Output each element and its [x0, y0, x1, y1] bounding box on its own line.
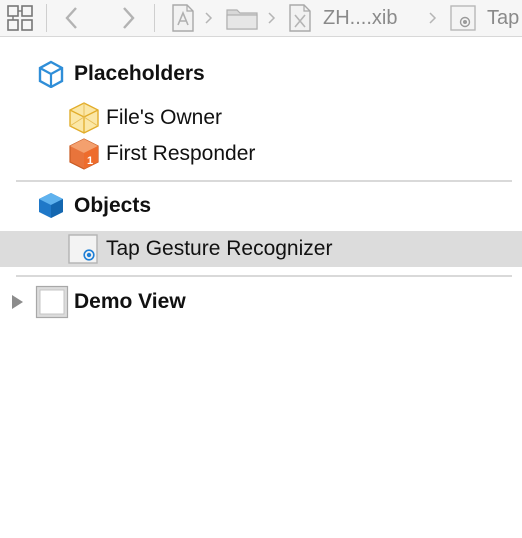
breadcrumb-chevron-icon [205, 12, 213, 24]
outline-item-label-demo-view: Demo View [74, 290, 186, 313]
svg-text:1: 1 [87, 155, 93, 167]
breadcrumb-folder[interactable] [225, 0, 259, 36]
section-divider [16, 180, 512, 182]
breadcrumb-file-label: ZH....xib [323, 6, 398, 29]
breadcrumb-tap-label: Tap [487, 6, 520, 29]
outline-item-label: Tap Gesture Recognizer [106, 237, 333, 260]
outline-item-label: First Responder [106, 142, 256, 165]
files-owner-cube-icon [69, 102, 99, 134]
outline-item-tap-gesture-recognizer[interactable]: Tap Gesture Recognizer [0, 231, 522, 267]
section-objects[interactable]: Objects [0, 188, 522, 224]
view-icon [35, 285, 69, 319]
xib-file-icon [289, 4, 311, 32]
outline-item-files-owner[interactable]: File's Owner [0, 100, 522, 136]
section-title-objects: Objects [74, 194, 152, 217]
first-responder-cube-icon: 1 [69, 138, 99, 170]
related-items-button[interactable] [6, 0, 34, 36]
section-divider [16, 275, 512, 277]
jump-bar-separator [46, 4, 47, 32]
grid-icon [7, 5, 33, 31]
chevron-left-icon [65, 7, 77, 29]
breadcrumb-tap-gesture[interactable]: Tap [449, 0, 519, 36]
jump-bar-separator [154, 4, 155, 32]
gesture-recognizer-icon [450, 5, 476, 31]
back-button[interactable] [62, 0, 82, 36]
outline-item-label: File's Owner [106, 106, 223, 129]
breadcrumb-xib-file[interactable]: ZH....xib [287, 0, 397, 36]
folder-icon [226, 9, 258, 30]
forward-button[interactable] [118, 0, 138, 36]
breadcrumb-chevron-icon [268, 12, 276, 24]
breadcrumb-project[interactable] [170, 0, 196, 36]
disclosure-triangle-icon[interactable] [9, 293, 25, 311]
outline-item-demo-view[interactable]: Demo View [0, 284, 522, 320]
outline-item-first-responder[interactable]: 1 First Responder [0, 136, 522, 172]
section-placeholders[interactable]: Placeholders [0, 56, 522, 92]
objects-cube-icon [39, 193, 63, 218]
chevron-right-icon [123, 7, 135, 29]
section-title-placeholders: Placeholders [74, 62, 205, 85]
breadcrumb-chevron-icon [429, 12, 437, 24]
project-file-icon [172, 4, 194, 32]
placeholder-cube-icon [38, 60, 64, 88]
gesture-recognizer-icon [68, 234, 98, 264]
jump-bar: ZH....xib Tap [0, 0, 522, 37]
